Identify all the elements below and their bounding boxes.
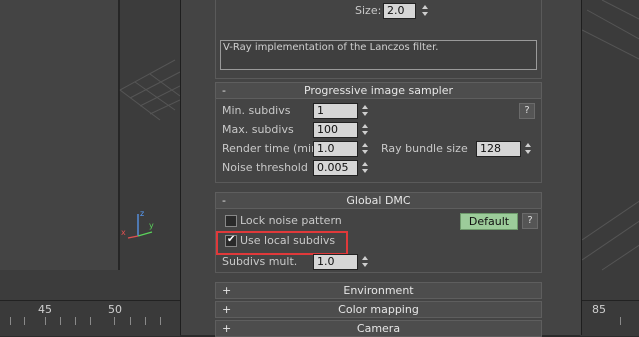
- expand-sign: +: [222, 303, 232, 316]
- default-button[interactable]: Default: [460, 213, 518, 230]
- render-time-label: Render time (min): [222, 142, 323, 155]
- axis-gizmo-icon: z y x: [121, 209, 154, 239]
- global-dmc-help-button[interactable]: ?: [522, 213, 538, 229]
- svg-text:y: y: [149, 221, 154, 230]
- noise-threshold-field[interactable]: 0.005: [313, 160, 358, 176]
- ruler-tick: [10, 317, 11, 325]
- ruler-tick: [45, 317, 46, 325]
- timeline-ruler-right[interactable]: 85: [580, 300, 639, 336]
- filter-description: V-Ray implementation of the Lanczos filt…: [220, 40, 537, 70]
- ruler-label-85: 85: [592, 303, 606, 316]
- max-subdivs-field[interactable]: 100: [313, 122, 358, 138]
- svg-text:x: x: [121, 228, 126, 237]
- annotation-highlight-box: [216, 231, 348, 255]
- lock-noise-pattern-label: Lock noise pattern: [240, 214, 342, 227]
- ray-bundle-size-field[interactable]: 128: [476, 141, 521, 157]
- rollout-title: Environment: [343, 284, 414, 297]
- noise-threshold-label: Noise threshold: [222, 161, 308, 174]
- rollout-environment[interactable]: + Environment: [215, 282, 542, 299]
- progressive-help-button[interactable]: ?: [519, 103, 535, 119]
- size-spinner[interactable]: [422, 3, 430, 17]
- expand-sign: +: [222, 322, 232, 335]
- ruler-tick: [114, 317, 115, 325]
- ruler-tick: [160, 317, 161, 325]
- ruler-tick: [90, 317, 91, 325]
- viewport-grid: [119, 59, 180, 121]
- left-viewport[interactable]: z y x: [0, 0, 180, 300]
- rollout-title: Camera: [356, 322, 401, 335]
- ruler-tick: [620, 317, 621, 325]
- lock-noise-pattern-checkbox[interactable]: [225, 215, 237, 227]
- subdivs-mult-label: Subdivs mult.: [222, 255, 298, 268]
- noise-threshold-spinner[interactable]: [362, 160, 370, 174]
- collapse-sign: -: [222, 194, 226, 207]
- render-time-field[interactable]: 1.0: [313, 141, 358, 157]
- ruler-tick: [24, 317, 25, 325]
- timeline-ruler-left[interactable]: 45 50: [0, 300, 180, 336]
- right-viewport[interactable]: [580, 0, 639, 300]
- max-subdivs-spinner[interactable]: [362, 122, 370, 136]
- ray-bundle-size-label: Ray bundle size: [381, 142, 468, 155]
- size-field[interactable]: 2.0: [383, 3, 416, 19]
- rollout-camera[interactable]: + Camera: [215, 320, 542, 337]
- ray-bundle-size-spinner[interactable]: [525, 141, 533, 155]
- ruler-tick: [75, 317, 76, 325]
- rollout-global-dmc[interactable]: - Global DMC: [215, 192, 542, 209]
- rollout-color-mapping[interactable]: + Color mapping: [215, 301, 542, 318]
- rollout-title: Progressive image sampler: [303, 84, 454, 97]
- render-time-spinner[interactable]: [362, 141, 370, 155]
- size-label: Size:: [355, 4, 382, 17]
- collapse-sign: -: [222, 84, 226, 97]
- ruler-tick: [60, 317, 61, 325]
- expand-sign: +: [222, 284, 232, 297]
- min-subdivs-label: Min. subdivs: [222, 104, 291, 117]
- rollout-title: Color mapping: [338, 303, 419, 316]
- rollout-progressive-image-sampler[interactable]: - Progressive image sampler: [215, 82, 542, 99]
- subdivs-mult-field[interactable]: 1.0: [313, 254, 358, 270]
- viewport-grid: [581, 0, 639, 271]
- min-subdivs-spinner[interactable]: [362, 103, 370, 117]
- svg-text:z: z: [140, 209, 144, 218]
- min-subdivs-field[interactable]: 1: [313, 103, 358, 119]
- ruler-tick: [145, 317, 146, 325]
- subdivs-mult-spinner[interactable]: [362, 254, 370, 268]
- ruler-tick: [130, 317, 131, 325]
- max-subdivs-label: Max. subdivs: [222, 123, 294, 136]
- ruler-label-45: 45: [38, 303, 52, 316]
- rollout-title: Global DMC: [346, 194, 411, 207]
- ruler-label-50: 50: [108, 303, 122, 316]
